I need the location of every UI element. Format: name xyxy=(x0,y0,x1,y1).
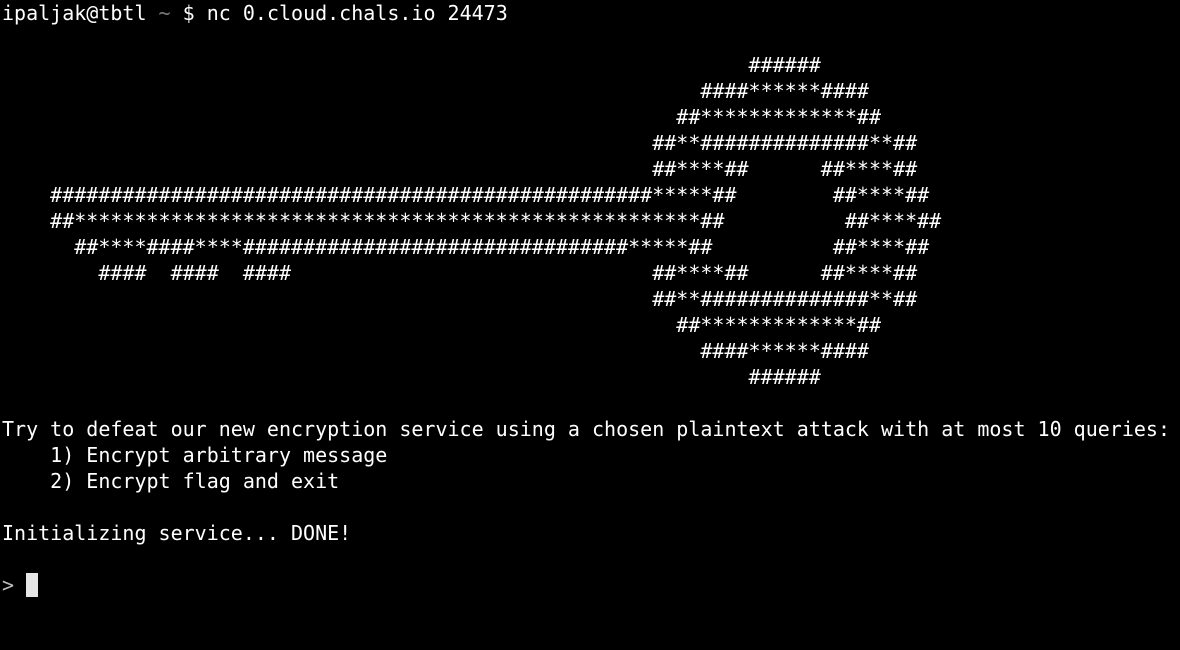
terminal-window[interactable]: ipaljak@tbtl ~ $ nc 0.cloud.chals.io 244… xyxy=(0,0,1180,611)
ascii-art-line: ####******#### xyxy=(2,79,869,103)
ascii-art-line: ##****## ##****## xyxy=(2,157,918,181)
ascii-art-line: ##****####****##########################… xyxy=(2,235,930,259)
prompt-cwd: ~ xyxy=(158,1,171,25)
ascii-art-line: ##**##############**## xyxy=(2,287,918,311)
ascii-art-line: #### #### #### ##****## ##****## xyxy=(2,261,918,285)
ascii-art-line: ##*************## xyxy=(2,105,881,129)
ascii-art-line: ########################################… xyxy=(2,183,930,207)
text-cursor[interactable] xyxy=(26,573,39,597)
input-prompt-symbol: > xyxy=(2,573,15,597)
prompt-symbol: $ xyxy=(182,1,195,25)
ascii-art-line: ####******#### xyxy=(2,339,869,363)
ascii-art-line: ##**##############**## xyxy=(2,131,918,155)
ascii-art-line: ###### xyxy=(2,365,821,389)
prompt-user-host: ipaljak@tbtl xyxy=(2,1,147,25)
command-text: nc 0.cloud.chals.io 24473 xyxy=(206,1,508,25)
ascii-art-line: ###### xyxy=(2,53,821,77)
intro-text: Try to defeat our new encryption service… xyxy=(2,417,1170,441)
ascii-art-line: ##**************************************… xyxy=(2,209,942,233)
menu-option-1: 1) Encrypt arbitrary message xyxy=(2,443,388,467)
ascii-art-line: ##*************## xyxy=(2,313,881,337)
menu-option-2: 2) Encrypt flag and exit xyxy=(2,469,340,493)
shell-prompt-line: ipaljak@tbtl ~ $ nc 0.cloud.chals.io 244… xyxy=(2,0,508,26)
status-text: Initializing service... DONE! xyxy=(2,521,352,545)
input-line[interactable]: > xyxy=(2,572,39,598)
